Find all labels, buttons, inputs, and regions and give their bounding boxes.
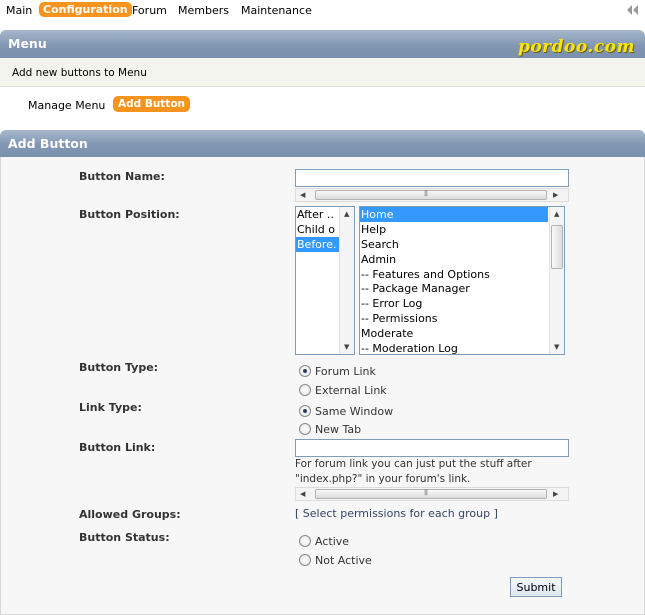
nav-configuration[interactable]: Configuration xyxy=(39,2,132,17)
target-vscrollbar[interactable]: ▲ ▼ xyxy=(549,207,564,354)
radio-active[interactable]: Active xyxy=(299,533,349,549)
nav-forum[interactable]: Forum xyxy=(132,4,167,17)
allowed-groups-label: Allowed Groups: xyxy=(79,508,181,521)
grip-icon: ||| xyxy=(424,489,428,496)
button-link-hint: For forum link you can just put the stuf… xyxy=(295,458,532,485)
list-option[interactable]: -- Permissions xyxy=(360,311,548,326)
list-option[interactable]: -- Package Manager xyxy=(360,281,548,296)
radio-label: Active xyxy=(315,534,350,548)
pordoo-logo: pordoo.com xyxy=(517,37,635,57)
scroll-down-icon[interactable]: ▼ xyxy=(554,343,559,351)
scroll-up-icon[interactable]: ▲ xyxy=(554,210,559,218)
nav-members[interactable]: Members xyxy=(178,4,229,17)
list-option[interactable]: Help xyxy=(360,222,548,237)
link-type-label: Link Type: xyxy=(79,401,142,414)
menu-header: Menu pordoo.com xyxy=(0,30,645,58)
add-button-title: Add Button xyxy=(8,136,88,151)
radio-label: External Link xyxy=(315,383,387,397)
list-option[interactable]: -- Error Log xyxy=(360,296,548,311)
nav-maintenance[interactable]: Maintenance xyxy=(241,4,312,17)
radio-label: Not Active xyxy=(315,553,372,567)
list-option[interactable]: Child o xyxy=(296,222,339,237)
radio-same-window[interactable]: Same Window xyxy=(299,403,393,419)
select-permissions-link[interactable]: [ Select permissions for each group ] xyxy=(295,507,498,520)
top-navigation: Main Configuration Forum Members Mainten… xyxy=(0,0,645,22)
radio-not-active[interactable]: Not Active xyxy=(299,552,372,568)
scroll-left-icon[interactable]: ◀ xyxy=(300,191,305,199)
list-option[interactable]: -- Moderation Log xyxy=(360,341,548,354)
vscroll-thumb[interactable] xyxy=(551,225,563,269)
button-type-label: Button Type: xyxy=(79,361,159,374)
radio-forum-link[interactable]: Forum Link xyxy=(299,363,376,379)
hscroll-thumb[interactable] xyxy=(315,489,547,499)
tab-add-button[interactable]: Add Button xyxy=(113,96,191,112)
menu-title: Menu xyxy=(8,36,47,51)
radio-icon[interactable] xyxy=(299,365,311,377)
hscroll-thumb[interactable] xyxy=(315,190,547,200)
radio-icon[interactable] xyxy=(299,554,311,566)
submit-button[interactable]: Submit xyxy=(510,577,562,597)
scroll-right-icon[interactable]: ▶ xyxy=(553,191,558,199)
tab-manage-menu[interactable]: Manage Menu xyxy=(28,99,105,112)
list-option[interactable]: Home xyxy=(360,207,548,222)
grip-icon: ||| xyxy=(424,190,428,197)
radio-icon[interactable] xyxy=(299,405,311,417)
list-option[interactable]: Before. xyxy=(296,236,339,252)
radio-label: Forum Link xyxy=(315,364,376,378)
description-text: Add new buttons to Menu xyxy=(12,67,147,79)
scroll-right-icon[interactable]: ▶ xyxy=(553,490,558,498)
radio-label: Same Window xyxy=(315,404,394,418)
add-button-header: Add Button xyxy=(0,130,645,157)
position-select[interactable]: After .. Child o Before. ▲ ▼ xyxy=(295,206,355,355)
radio-external-link[interactable]: External Link xyxy=(299,382,387,398)
target-select[interactable]: Home Help Search Admin -- Features and Optio… xyxy=(359,206,565,355)
button-status-label: Button Status: xyxy=(79,531,170,544)
button-name-hscrollbar[interactable]: ◀ ||| ▶ xyxy=(295,188,569,202)
description-bar: Add new buttons to Menu xyxy=(0,58,645,87)
radio-icon[interactable] xyxy=(299,535,311,547)
scroll-down-icon[interactable]: ▼ xyxy=(344,343,349,351)
radio-new-tab[interactable]: New Tab xyxy=(299,421,361,437)
radio-icon[interactable] xyxy=(299,423,311,435)
position-vscrollbar[interactable]: ▲ ▼ xyxy=(339,207,354,354)
list-option[interactable]: -- Features and Options xyxy=(360,267,548,282)
nav-main[interactable]: Main xyxy=(6,4,32,17)
list-option[interactable]: Moderate xyxy=(360,326,548,341)
button-link-hscrollbar[interactable]: ◀ ||| ▶ xyxy=(295,487,569,501)
button-name-label: Button Name: xyxy=(79,170,165,183)
button-link-input[interactable] xyxy=(295,439,569,457)
button-name-input[interactable] xyxy=(295,169,569,187)
button-link-label: Button Link: xyxy=(79,441,156,454)
scroll-up-icon[interactable]: ▲ xyxy=(344,210,349,218)
list-option[interactable]: Search xyxy=(360,237,548,252)
list-option[interactable]: After .. xyxy=(296,207,339,222)
button-position-label: Button Position: xyxy=(79,208,180,221)
radio-label: New Tab xyxy=(315,422,362,436)
scroll-left-icon[interactable]: ◀ xyxy=(300,490,305,498)
list-option[interactable]: Admin xyxy=(360,252,548,267)
radio-icon[interactable] xyxy=(299,384,311,396)
collapse-icon[interactable] xyxy=(626,5,640,15)
